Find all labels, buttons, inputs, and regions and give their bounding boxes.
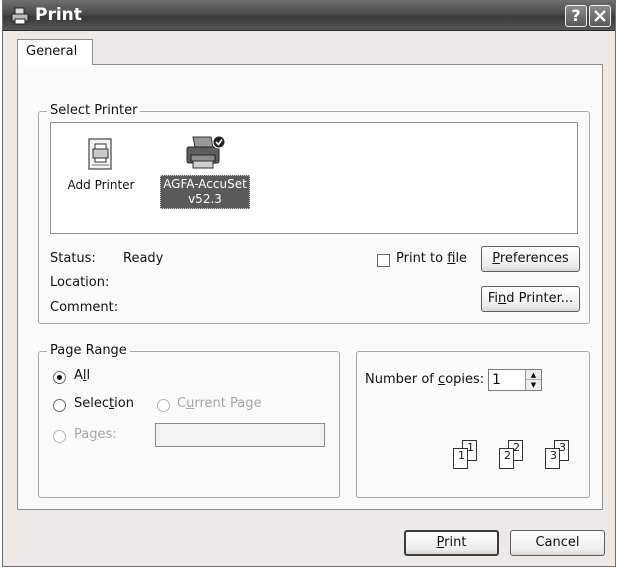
access-key: P — [436, 535, 445, 550]
label-part: Print to — [396, 251, 448, 266]
all-radio[interactable] — [53, 371, 66, 384]
print-button[interactable]: Print — [404, 530, 499, 556]
page-number: 2 — [504, 449, 511, 462]
collate-page-front: 3 — [545, 448, 560, 469]
label-part: es: — [97, 427, 117, 442]
printer-default-icon — [186, 135, 226, 169]
label-part: Selec — [74, 396, 110, 411]
cancel-button[interactable]: Cancel — [510, 530, 605, 556]
tab-general[interactable]: General — [17, 39, 93, 65]
page-number: 3 — [550, 449, 557, 462]
status-label: Status: — [50, 251, 96, 266]
access-key: g — [89, 427, 98, 442]
status-value: Ready — [123, 251, 164, 266]
printer-list[interactable]: Add Printer AGFA-AccuSet v52.3 — [50, 122, 578, 234]
close-icon — [594, 10, 606, 22]
close-button[interactable] — [589, 5, 611, 27]
label-part: A — [74, 368, 83, 383]
tab-general-label: General — [26, 44, 78, 59]
collate-page-front: 2 — [499, 448, 514, 469]
page-range-legend: Page Range — [47, 343, 130, 358]
label-part: l — [86, 368, 91, 383]
button-label: rint — [444, 535, 467, 550]
label-part: ile — [455, 251, 468, 266]
comment-label: Comment: — [50, 300, 119, 315]
selection-label[interactable]: Selection — [74, 396, 134, 411]
current-page-radio — [157, 399, 170, 412]
label-part: ion — [114, 396, 134, 411]
select-printer-legend: Select Printer — [47, 103, 141, 118]
page-number: 1 — [458, 449, 465, 462]
spin-up-arrow-icon[interactable]: ▲ — [526, 370, 541, 380]
copies-spinner[interactable]: 1 ▲ ▼ — [488, 369, 542, 391]
page-number: 3 — [559, 441, 566, 454]
selection-radio[interactable] — [53, 399, 66, 412]
spin-down-arrow-icon[interactable]: ▼ — [526, 380, 541, 390]
help-button[interactable]: ? — [565, 5, 587, 27]
pages-input — [155, 423, 325, 447]
pages-label: Pages: — [74, 427, 117, 442]
printer-item-agfa-accuset[interactable]: AGFA-AccuSet v52.3 — [155, 133, 255, 209]
page-number: 2 — [513, 441, 520, 454]
add-printer-icon — [88, 138, 112, 170]
window-title: Print — [35, 5, 82, 25]
printer-name-selected: AGFA-AccuSet v52.3 — [160, 175, 250, 209]
preferences-button[interactable]: Preferences — [481, 246, 580, 272]
printer-name: Add Printer — [67, 178, 135, 192]
printer-name-line2: v52.3 — [188, 192, 222, 206]
find-printer-button[interactable]: Find Printer... — [481, 286, 580, 312]
print-to-file-checkbox[interactable] — [377, 254, 390, 267]
printer-item-add-printer[interactable]: Add Printer — [61, 137, 141, 194]
copies-value[interactable]: 1 — [492, 372, 501, 388]
label-part: opies: — [445, 372, 485, 387]
number-of-copies-label: Number of copies: — [365, 372, 484, 387]
pages-radio — [53, 430, 66, 443]
spinner-buttons[interactable]: ▲ ▼ — [525, 370, 541, 390]
label-part: rrent Page — [194, 396, 262, 411]
button-label: Fi — [487, 291, 499, 306]
button-label: references — [499, 251, 569, 266]
button-label: d Printer... — [506, 291, 574, 306]
collate-page-front: 1 — [453, 448, 468, 469]
current-page-label: Current Page — [177, 396, 261, 411]
print-to-file-label[interactable]: Print to file — [396, 251, 467, 266]
title-bar[interactable]: Print ? — [3, 1, 615, 31]
printer-name-line1: AGFA-AccuSet — [163, 177, 247, 191]
location-label: Location: — [50, 275, 110, 290]
label-part: Number of — [365, 372, 439, 387]
printer-icon — [11, 7, 29, 25]
access-key: P — [492, 251, 500, 266]
page-number: 1 — [467, 441, 474, 454]
label-part: C — [177, 396, 187, 411]
all-label[interactable]: All — [74, 368, 90, 383]
label-part: Pa — [74, 427, 90, 442]
